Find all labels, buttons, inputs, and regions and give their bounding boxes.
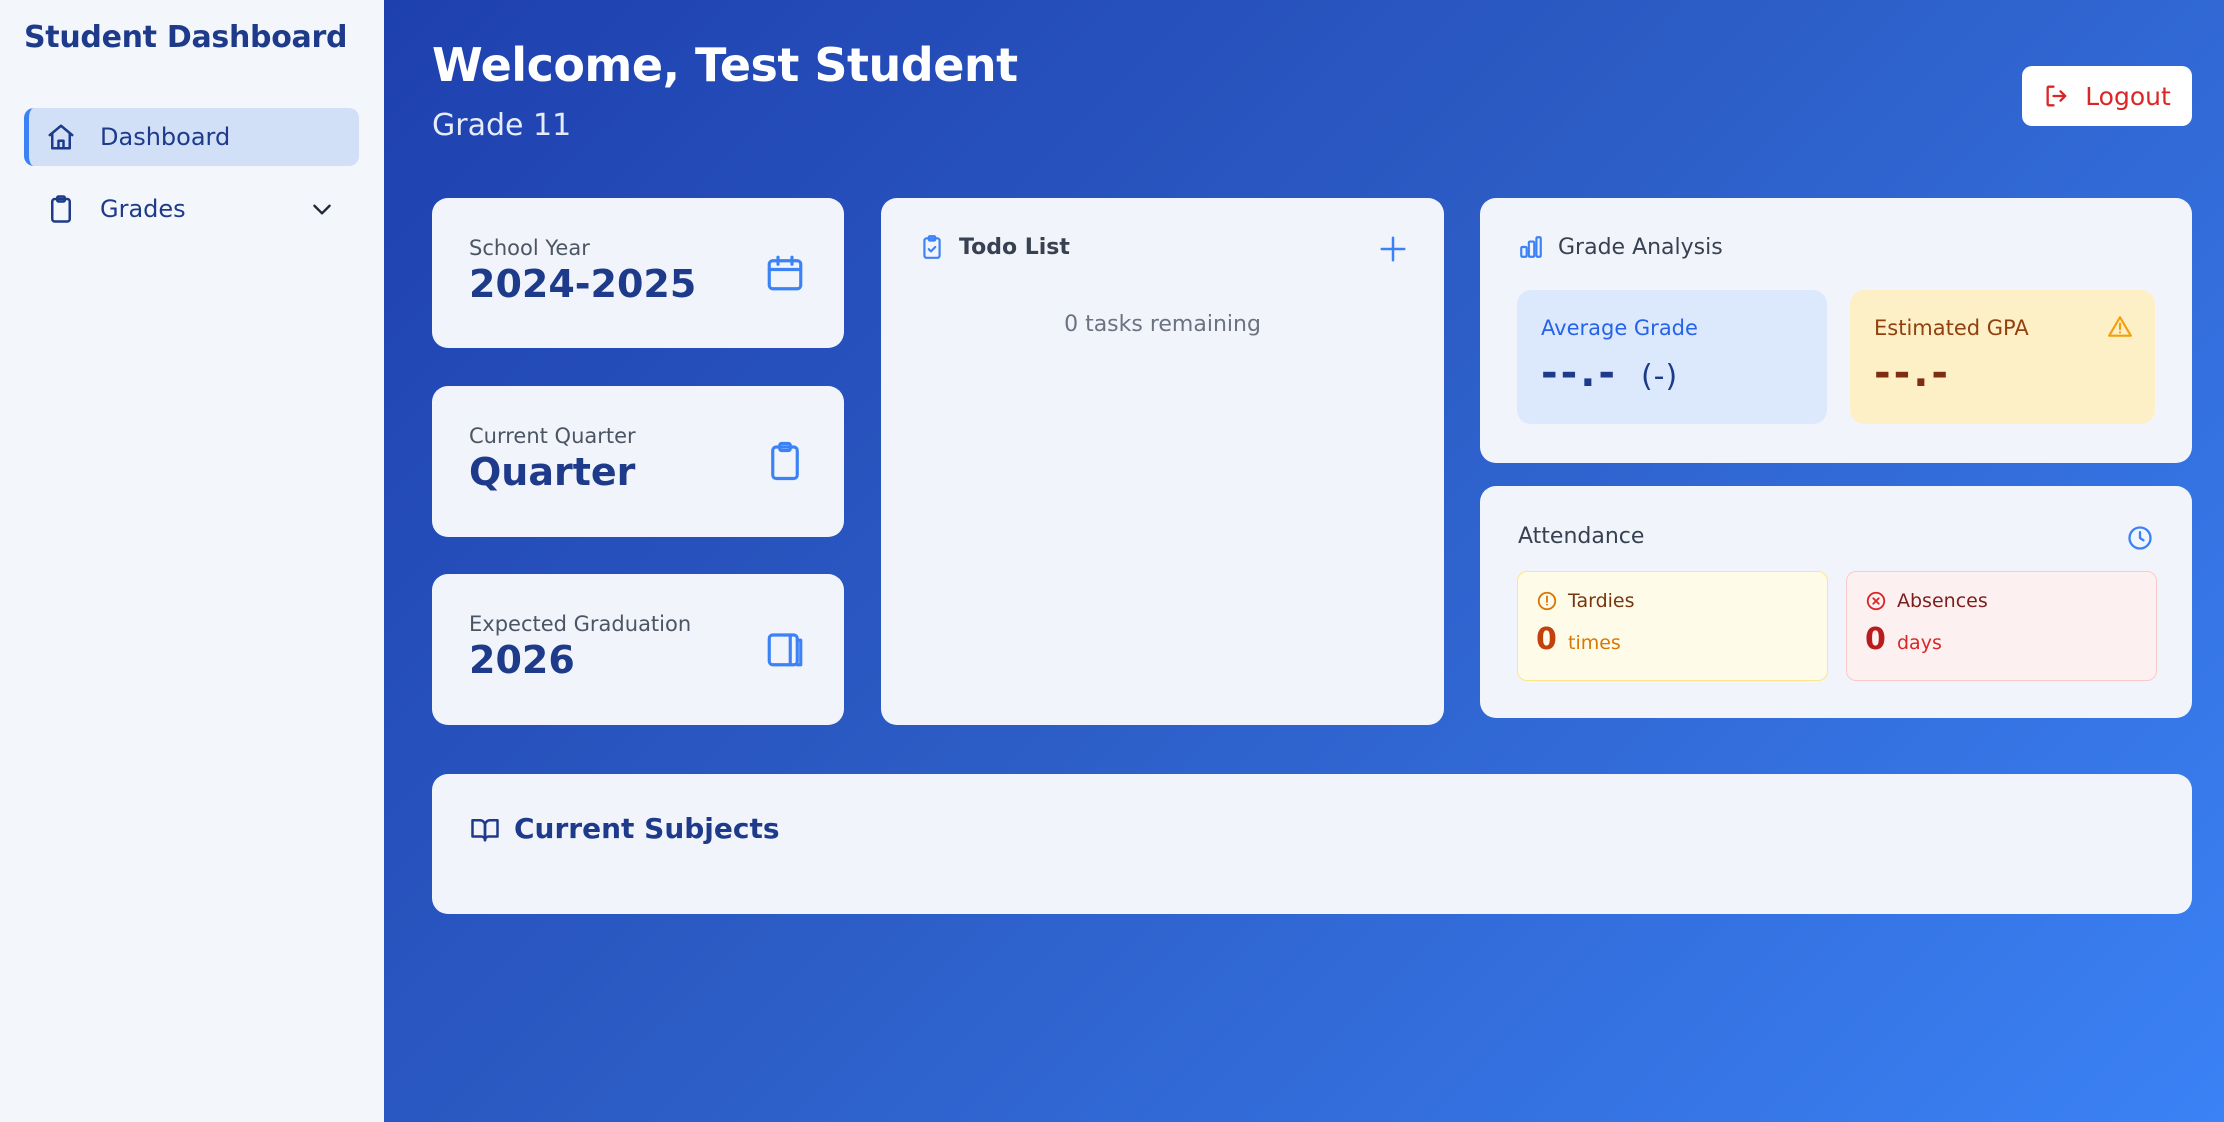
school-year-label: School Year	[469, 236, 590, 260]
logout-button[interactable]: Logout	[2022, 66, 2192, 126]
current-quarter-card: Current Quarter Quarter	[432, 386, 844, 537]
graduation-card: Expected Graduation 2026	[432, 574, 844, 725]
tardies-header: Tardies	[1536, 590, 1635, 612]
clipboard-check-icon	[919, 234, 945, 260]
average-grade-tile: Average Grade --.- (-)	[1517, 290, 1827, 424]
graduation-label: Expected Graduation	[469, 612, 692, 636]
absences-count: 0	[1865, 622, 1886, 657]
main-content: Welcome, Test Student Grade 11 Logout Sc…	[384, 0, 2224, 1122]
tardies-count: 0	[1536, 622, 1557, 657]
school-year-card: School Year 2024-2025	[432, 198, 844, 348]
current-subjects-label: Current Subjects	[514, 812, 780, 845]
current-quarter-label: Current Quarter	[469, 424, 636, 448]
clock-icon	[2126, 524, 2154, 552]
todo-card: Todo List 0 tasks remaining	[881, 198, 1444, 725]
graduation-value: 2026	[469, 638, 575, 682]
attendance-card: Attendance Tardies 0 times Absences 0 da	[1480, 486, 2192, 718]
sidebar-item-label: Dashboard	[100, 123, 231, 151]
grade-analysis-card: Grade Analysis Average Grade --.- (-) Es…	[1480, 198, 2192, 463]
absences-header: Absences	[1865, 590, 1988, 612]
sidebar-item-label: Grades	[100, 195, 186, 223]
average-grade-number: --.-	[1541, 350, 1618, 396]
current-subjects-title: Current Subjects	[470, 812, 780, 845]
clipboard-icon	[46, 194, 76, 224]
tardies-unit: times	[1568, 632, 1621, 654]
estimated-gpa-tile: Estimated GPA --.-	[1850, 290, 2155, 424]
clipboard-icon	[764, 440, 806, 482]
warning-icon	[2107, 314, 2133, 340]
tardies-label: Tardies	[1568, 590, 1635, 612]
home-icon	[46, 122, 76, 152]
todo-title-label: Todo List	[959, 234, 1070, 260]
average-grade-label: Average Grade	[1541, 316, 1698, 340]
chevron-down-icon[interactable]	[309, 196, 335, 222]
grade-analysis-title-label: Grade Analysis	[1558, 234, 1723, 260]
calendar-icon	[764, 252, 806, 294]
absences-label: Absences	[1897, 590, 1988, 612]
logout-icon	[2043, 82, 2071, 110]
sidebar-item-grades[interactable]: Grades	[24, 180, 359, 238]
todo-remaining: 0 tasks remaining	[1064, 312, 1261, 337]
estimated-gpa-label: Estimated GPA	[1874, 316, 2029, 340]
open-book-icon	[470, 814, 500, 844]
sidebar: Student Dashboard Dashboard Grades	[0, 0, 384, 1122]
average-grade-letter: (-)	[1640, 359, 1679, 394]
current-subjects-card: Current Subjects	[432, 774, 2192, 914]
logout-label: Logout	[2085, 81, 2171, 111]
todo-title: Todo List	[919, 234, 1070, 260]
school-year-value: 2024-2025	[469, 262, 697, 306]
absences-unit: days	[1897, 632, 1942, 654]
x-circle-icon	[1865, 590, 1887, 612]
grade-level: Grade 11	[432, 108, 572, 143]
page-title: Welcome, Test Student	[432, 38, 1018, 92]
current-quarter-value: Quarter	[469, 450, 636, 494]
bar-chart-icon	[1518, 234, 1544, 260]
attendance-title: Attendance	[1518, 524, 1645, 549]
add-todo-button[interactable]	[1378, 234, 1408, 264]
sidebar-item-dashboard[interactable]: Dashboard	[24, 108, 359, 166]
absences-box: Absences 0 days	[1846, 571, 2157, 681]
brand-title: Student Dashboard	[24, 20, 348, 55]
book-icon	[764, 628, 806, 670]
estimated-gpa-value: --.-	[1874, 350, 1951, 396]
alert-circle-icon	[1536, 590, 1558, 612]
average-grade-value: --.- (-)	[1541, 350, 1678, 396]
grade-analysis-title: Grade Analysis	[1518, 234, 1723, 260]
tardies-box: Tardies 0 times	[1517, 571, 1828, 681]
